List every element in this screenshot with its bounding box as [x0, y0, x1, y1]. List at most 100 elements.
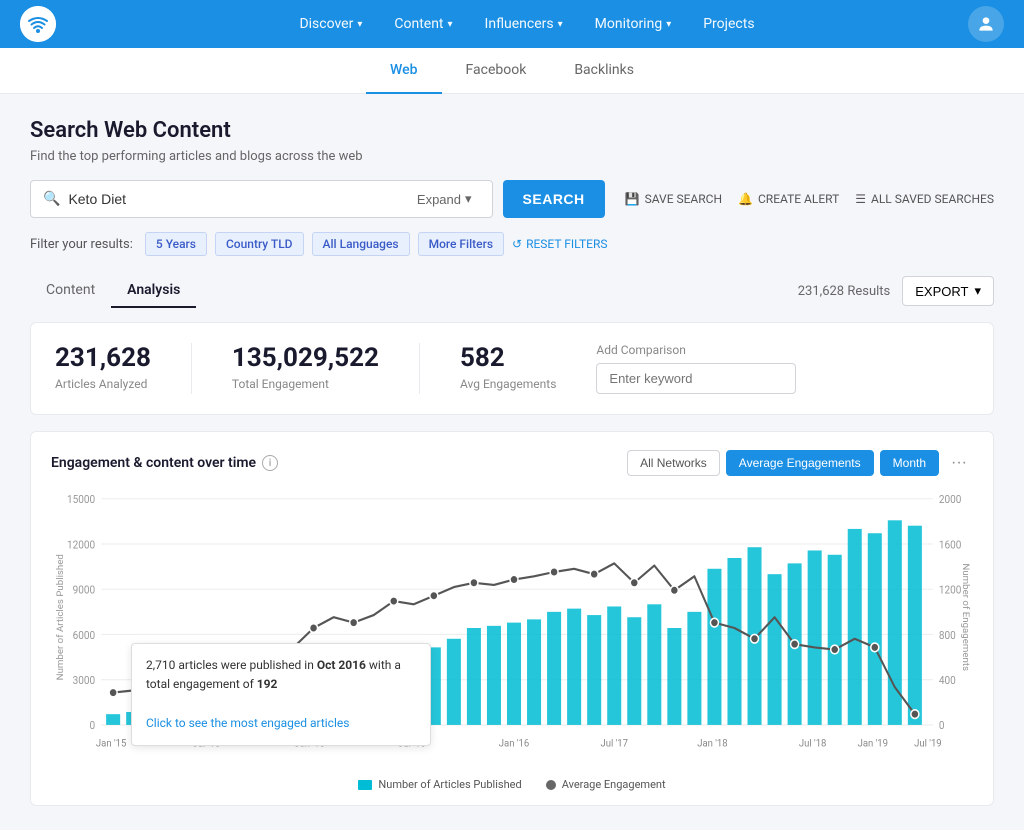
save-search-link[interactable]: 💾 SAVE SEARCH	[625, 192, 722, 206]
alert-icon: 🔔	[738, 192, 753, 206]
svg-text:1600: 1600	[939, 538, 962, 551]
total-engagement-label: Total Engagement	[232, 377, 379, 391]
chart-title: Engagement & content over time i	[51, 455, 278, 471]
search-input[interactable]	[68, 191, 408, 207]
avg-engagements-button[interactable]: Average Engagements	[726, 450, 874, 476]
nav-monitoring[interactable]: Monitoring ▾	[581, 8, 686, 40]
svg-text:15000: 15000	[67, 493, 95, 506]
svg-text:Jul '17: Jul '17	[600, 738, 628, 749]
filters-row: Filter your results: 5 Years Country TLD…	[30, 232, 994, 256]
list-icon: ☰	[855, 192, 866, 206]
discover-arrow: ▾	[357, 19, 362, 30]
comparison-input[interactable]	[596, 363, 796, 394]
stat-divider-2	[419, 343, 420, 394]
nav-influencers[interactable]: Influencers ▾	[471, 8, 577, 40]
svg-text:Jul '18: Jul '18	[799, 738, 827, 749]
page-subtitle: Find the top performing articles and blo…	[30, 149, 994, 164]
all-networks-button[interactable]: All Networks	[627, 450, 720, 476]
chart-card: Engagement & content over time i All Net…	[30, 431, 994, 806]
nav-projects[interactable]: Projects	[689, 8, 768, 40]
svg-text:6000: 6000	[73, 628, 96, 641]
stat-avg-engagements: 582 Avg Engagements	[460, 343, 556, 391]
nav-links: Discover ▾ Content ▾ Influencers ▾ Monit…	[86, 8, 968, 40]
chart-tooltip: 2,710 articles were published in Oct 201…	[131, 643, 431, 746]
svg-text:0: 0	[939, 719, 945, 732]
legend-bar-color	[358, 780, 372, 790]
comparison-label: Add Comparison	[596, 343, 969, 357]
legend-line-label: Average Engagement	[562, 778, 666, 791]
reset-filters-link[interactable]: ↺ RESET FILTERS	[512, 237, 608, 251]
expand-button[interactable]: Expand ▾	[409, 187, 480, 211]
svg-text:12000: 12000	[67, 538, 95, 551]
subnav-backlinks[interactable]: Backlinks	[550, 48, 658, 94]
top-navigation: Discover ▾ Content ▾ Influencers ▾ Monit…	[0, 0, 1024, 48]
legend-line-item: Average Engagement	[546, 778, 666, 791]
avg-engagements-value: 582	[460, 343, 556, 373]
export-button[interactable]: EXPORT ▾	[902, 276, 994, 306]
sub-navigation: Web Facebook Backlinks	[0, 48, 1024, 94]
monitoring-arrow: ▾	[666, 19, 671, 30]
legend-line-dot	[546, 780, 556, 790]
svg-text:400: 400	[939, 674, 956, 687]
filter-country-tld[interactable]: Country TLD	[215, 232, 304, 256]
svg-text:9000: 9000	[73, 583, 96, 596]
svg-text:Jan '18: Jan '18	[697, 738, 728, 749]
stat-articles-analyzed: 231,628 Articles Analyzed	[55, 343, 151, 391]
stats-card: 231,628 Articles Analyzed 135,029,522 To…	[30, 322, 994, 415]
search-actions: 💾 SAVE SEARCH 🔔 CREATE ALERT ☰ ALL SAVED…	[625, 192, 994, 206]
svg-text:Jan '16: Jan '16	[499, 738, 530, 749]
articles-analyzed-label: Articles Analyzed	[55, 377, 151, 391]
content-arrow: ▾	[448, 19, 453, 30]
export-chevron: ▾	[974, 283, 981, 299]
chart-area: 15000 12000 9000 6000 3000 0 2000 1600 1…	[51, 488, 973, 768]
articles-analyzed-value: 231,628	[55, 343, 151, 373]
tooltip-text: 2,710 articles were published in Oct 201…	[146, 656, 416, 694]
filter-more[interactable]: More Filters	[418, 232, 504, 256]
subnav-facebook[interactable]: Facebook	[442, 48, 551, 94]
expand-chevron: ▾	[465, 191, 472, 207]
svg-text:Jan '19: Jan '19	[858, 738, 888, 749]
legend-bar-label: Number of Articles Published	[378, 778, 521, 791]
avg-engagements-label: Avg Engagements	[460, 377, 556, 391]
page-title: Search Web Content	[30, 118, 994, 143]
tab-analysis[interactable]: Analysis	[111, 274, 196, 308]
svg-text:2000: 2000	[939, 493, 962, 506]
chart-info-icon[interactable]: i	[262, 455, 278, 471]
chart-controls: All Networks Average Engagements Month ·…	[627, 450, 973, 476]
search-button[interactable]: SEARCH	[503, 180, 605, 218]
filter-all-languages[interactable]: All Languages	[312, 232, 410, 256]
comparison-box: Add Comparison	[596, 343, 969, 394]
all-saved-searches-link[interactable]: ☰ ALL SAVED SEARCHES	[855, 192, 994, 206]
analysis-tabs-row: Content Analysis 231,628 Results EXPORT …	[30, 274, 994, 308]
chart-header: Engagement & content over time i All Net…	[51, 450, 973, 476]
filter-5years[interactable]: 5 Years	[145, 232, 207, 256]
results-count: 231,628 Results	[798, 284, 891, 299]
results-info: 231,628 Results EXPORT ▾	[798, 276, 994, 306]
nav-content[interactable]: Content ▾	[380, 8, 466, 40]
total-engagement-value: 135,029,522	[232, 343, 379, 373]
tab-content[interactable]: Content	[30, 274, 111, 308]
search-bar: 🔍 Expand ▾ SEARCH 💾 SAVE SEARCH 🔔 CREATE…	[30, 180, 994, 218]
svg-text:Jan '15: Jan '15	[96, 738, 127, 749]
main-content: Search Web Content Find the top performi…	[0, 94, 1024, 830]
save-icon: 💾	[625, 192, 640, 206]
content-analysis-tabs: Content Analysis	[30, 274, 196, 308]
svg-text:1200: 1200	[939, 583, 962, 596]
stat-total-engagement: 135,029,522 Total Engagement	[232, 343, 379, 391]
filter-label: Filter your results:	[30, 237, 133, 252]
create-alert-link[interactable]: 🔔 CREATE ALERT	[738, 192, 839, 206]
svg-text:800: 800	[939, 628, 956, 641]
chart-more-button[interactable]: ···	[945, 450, 973, 476]
influencers-arrow: ▾	[558, 19, 563, 30]
subnav-web[interactable]: Web	[366, 48, 441, 94]
month-button[interactable]: Month	[880, 450, 939, 476]
logo-icon[interactable]	[20, 6, 56, 42]
svg-text:Number of Articles Published: Number of Articles Published	[55, 554, 66, 680]
search-input-wrapper: 🔍 Expand ▾	[30, 180, 493, 218]
nav-discover[interactable]: Discover ▾	[285, 8, 376, 40]
user-avatar[interactable]	[968, 6, 1004, 42]
svg-text:Number of Engagements: Number of Engagements	[960, 563, 971, 671]
svg-text:3000: 3000	[73, 674, 96, 687]
reset-icon: ↺	[512, 237, 522, 251]
svg-text:Jul '19: Jul '19	[914, 738, 942, 749]
